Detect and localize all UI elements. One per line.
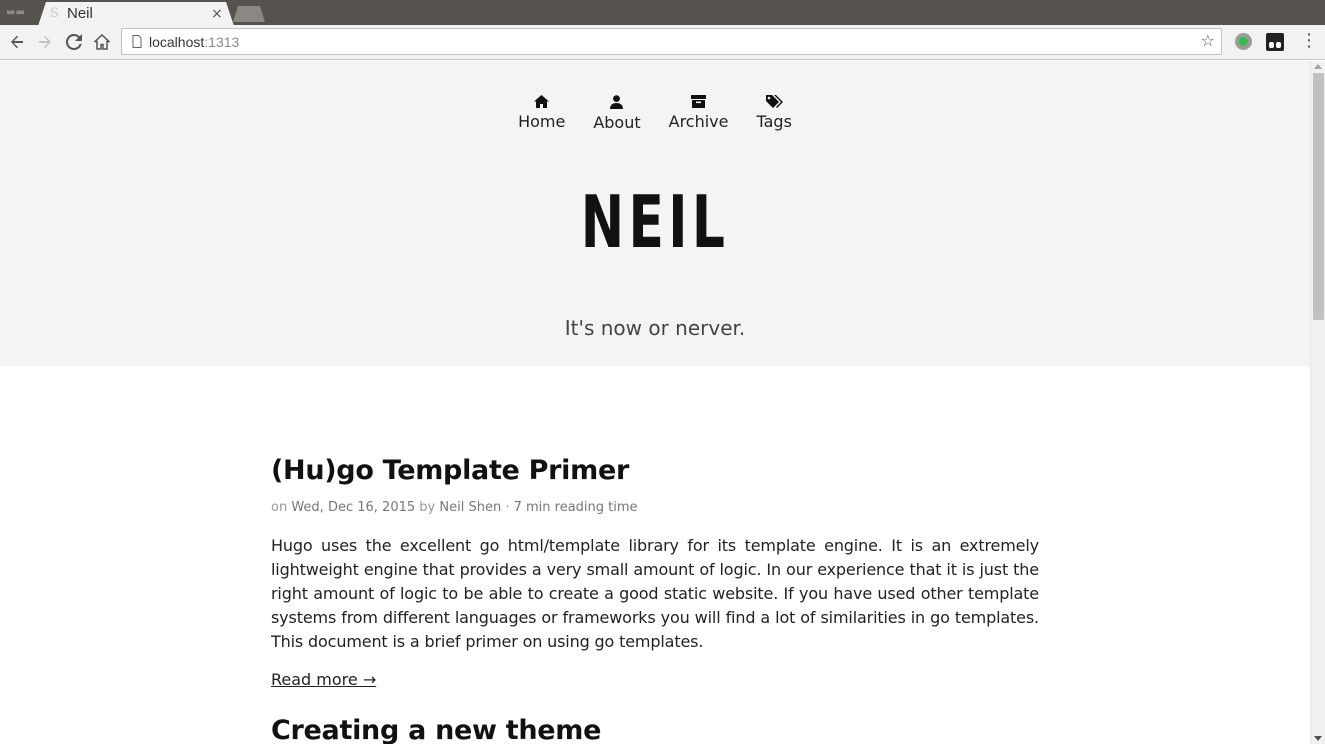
tags-icon <box>765 95 783 108</box>
nav-tags[interactable]: Tags <box>757 95 792 133</box>
post-title[interactable]: (Hu)go Template Primer <box>271 453 1039 489</box>
nav-label-home: Home <box>518 112 566 131</box>
url-text: localhost:1313 <box>149 34 240 50</box>
nav-label-archive: Archive <box>668 112 729 131</box>
nav-home[interactable]: Home <box>518 95 565 133</box>
user-icon <box>610 95 624 109</box>
post-excerpt: Hugo uses the excellent go html/template… <box>271 536 1039 651</box>
post-reading-time: 7 min reading time <box>513 500 638 515</box>
archive-icon <box>691 95 707 108</box>
post-summary-card: (Hu)go Template Primer on Wed, Dec 16, 2… <box>271 453 1039 690</box>
bookmark-star-icon[interactable]: ☆ <box>1201 32 1215 50</box>
browser-tab[interactable]: S Neil × <box>38 2 234 26</box>
back-button[interactable] <box>5 30 29 54</box>
extension-icon[interactable] <box>1266 33 1284 51</box>
read-more-link[interactable]: Read more → <box>271 670 376 690</box>
home-button[interactable] <box>90 30 114 54</box>
tab-title: Neil <box>67 5 93 22</box>
nav-label-tags: Tags <box>756 112 792 131</box>
browser-toolbar: localhost:1313 ☆ ⋮ <box>0 25 1325 60</box>
tab-strip: ▬▬ S Neil × <box>0 0 1325 26</box>
post-list: (Hu)go Template Primer on Wed, Dec 16, 2… <box>271 453 1039 744</box>
forward-button[interactable] <box>33 30 57 54</box>
nav-label-about: About <box>593 113 641 132</box>
incognito-icon: ▬▬ <box>6 7 25 18</box>
reload-icon <box>66 34 82 50</box>
home-icon <box>534 95 550 108</box>
post-meta: on Wed, Dec 16, 2015 by Neil Shen · 7 mi… <box>271 500 638 515</box>
site-header: Home About Archive Tags NEIL It's now or… <box>0 61 1310 366</box>
page-info-icon <box>132 35 142 48</box>
site-tagline: It's now or nerver. <box>564 316 746 340</box>
scrollbar-thumb[interactable] <box>1313 73 1324 320</box>
browser-menu-icon[interactable]: ⋮ <box>1300 30 1318 52</box>
scroll-down-arrow-icon[interactable] <box>1314 736 1322 741</box>
scroll-up-arrow-icon[interactable] <box>1314 64 1322 69</box>
post-author: Neil Shen <box>439 500 502 515</box>
post-title[interactable]: Creating a new theme <box>271 713 1039 744</box>
favicon-icon: S <box>50 6 59 21</box>
home-outline-icon <box>94 34 110 50</box>
reload-button[interactable] <box>62 30 86 54</box>
address-bar[interactable]: localhost:1313 ☆ <box>121 28 1222 55</box>
extension-status-icon[interactable] <box>1235 33 1252 50</box>
arrow-right-icon <box>39 35 51 49</box>
arrow-left-icon <box>11 35 23 49</box>
site-nav: Home About Archive Tags <box>0 95 1310 133</box>
post-summary-card: Creating a new theme <box>271 713 1039 744</box>
page-viewport: Home About Archive Tags NEIL It's now or… <box>0 61 1310 744</box>
nav-about[interactable]: About <box>593 95 641 133</box>
close-tab-icon[interactable]: × <box>211 5 223 23</box>
nav-archive[interactable]: Archive <box>669 95 729 133</box>
page-scrollbar[interactable] <box>1310 61 1325 744</box>
post-date: Wed, Dec 16, 2015 <box>291 500 416 515</box>
new-tab-button[interactable] <box>233 6 265 22</box>
site-title[interactable]: NEIL <box>183 179 1126 265</box>
